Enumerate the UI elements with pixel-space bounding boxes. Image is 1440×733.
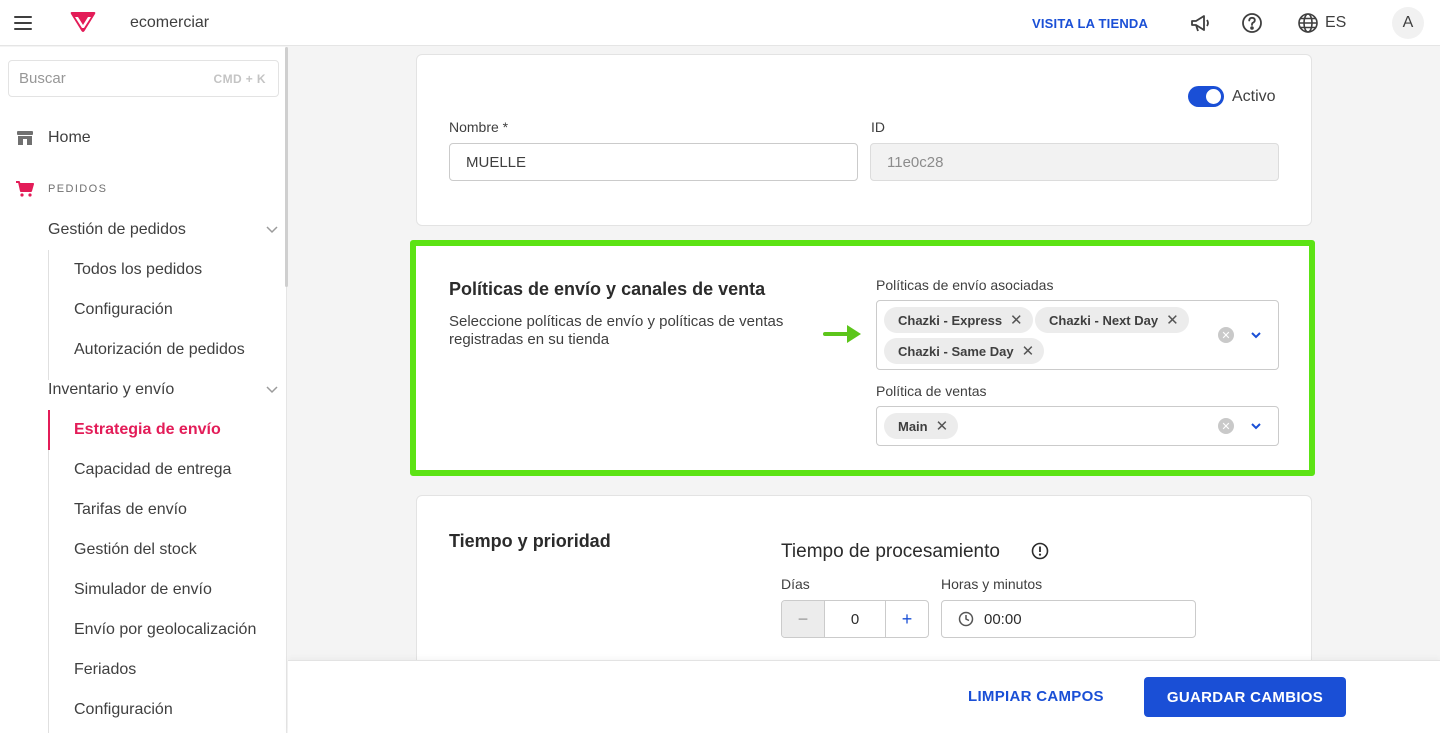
sidebar: Buscar CMD + K Home PEDIDOS Gestión de p… (0, 47, 287, 733)
sidebar-item-orders-config[interactable]: Configuración (74, 301, 173, 319)
policies-description: Seleccione políticas de envío y política… (449, 313, 784, 348)
sidebar-item-geolocation-shipping[interactable]: Envío por geolocalización (74, 621, 256, 639)
active-toggle[interactable] (1188, 86, 1224, 107)
active-toggle-label: Activo (1232, 88, 1276, 105)
chevron-down-icon (266, 386, 278, 394)
general-card (416, 54, 1312, 226)
sidebar-tree-line (48, 250, 49, 380)
sidebar-scrollbar[interactable] (285, 47, 288, 287)
remove-tag-icon[interactable]: ✕ (936, 419, 949, 434)
arrow-right-icon (823, 325, 861, 343)
tag-label: Chazki - Express (898, 312, 1003, 328)
sidebar-item-shipping-rates[interactable]: Tarifas de envío (74, 501, 187, 519)
language-label: ES (1325, 14, 1347, 31)
id-label: ID (871, 119, 885, 135)
days-value[interactable]: 0 (825, 601, 885, 637)
increment-button[interactable]: + (885, 601, 928, 637)
avatar[interactable]: A (1392, 7, 1424, 39)
days-stepper: − 0 + (781, 600, 929, 638)
clock-icon (958, 611, 974, 627)
sidebar-item-stock-management[interactable]: Gestión del stock (74, 541, 197, 559)
top-bar: ecomerciar VISITA LA TIENDA ES A (0, 0, 1440, 46)
sidebar-group-inventory[interactable]: Inventario y envío (48, 381, 278, 399)
chevron-down-icon (266, 226, 278, 234)
policies-title: Políticas de envío y canales de venta (449, 279, 766, 299)
info-icon[interactable] (1031, 542, 1049, 560)
sidebar-section-label: PEDIDOS (48, 183, 108, 195)
sidebar-item-order-authorization[interactable]: Autorización de pedidos (74, 341, 245, 359)
visit-store-link[interactable]: VISITA LA TIENDA (1032, 16, 1148, 31)
sidebar-item-inventory-config[interactable]: Configuración (74, 701, 173, 719)
sidebar-item-home[interactable]: Home (16, 129, 91, 147)
search-shortcut: CMD + K (213, 71, 266, 86)
timing-title: Tiempo y prioridad (449, 531, 611, 551)
clear-selection-icon[interactable]: ✕ (1218, 327, 1234, 343)
menu-icon[interactable] (14, 13, 34, 33)
vtex-logo-icon[interactable] (70, 11, 96, 33)
sidebar-group-orders[interactable]: Gestión de pedidos (48, 221, 278, 239)
help-icon[interactable] (1241, 12, 1263, 34)
sidebar-item-shipping-simulator[interactable]: Simulador de envío (74, 581, 212, 599)
megaphone-icon[interactable] (1189, 12, 1211, 34)
sidebar-item-holidays[interactable]: Feriados (74, 661, 136, 679)
remove-tag-icon[interactable]: ✕ (1010, 313, 1023, 328)
clear-selection-icon[interactable]: ✕ (1218, 418, 1234, 434)
chevron-down-icon[interactable] (1249, 328, 1263, 342)
chevron-down-icon[interactable] (1249, 419, 1263, 433)
shipping-policy-tag: Chazki - Express ✕ (884, 307, 1033, 333)
processing-time-title: Tiempo de procesamiento (781, 541, 1000, 562)
tag-label: Chazki - Same Day (898, 343, 1014, 359)
sidebar-item-shipping-strategy[interactable]: Estrategia de envío (74, 421, 221, 439)
language-selector[interactable]: ES (1297, 12, 1346, 34)
shipping-policy-tag: Chazki - Same Day ✕ (884, 338, 1045, 364)
sales-policy-tag: Main ✕ (884, 413, 959, 439)
id-field: 11e0c28 (870, 143, 1279, 181)
sidebar-item-all-orders[interactable]: Todos los pedidos (74, 261, 202, 279)
sales-policy-label: Política de ventas (876, 383, 987, 399)
hours-label: Horas y minutos (941, 576, 1043, 592)
shipping-policy-tag: Chazki - Next Day ✕ (1035, 307, 1189, 333)
sidebar-tree-line (48, 410, 49, 733)
sidebar-group-label: Inventario y envío (48, 381, 175, 398)
sidebar-item-label: Home (48, 129, 91, 146)
search-input[interactable]: Buscar CMD + K (8, 60, 279, 97)
tag-label: Chazki - Next Day (1049, 312, 1159, 328)
cart-icon (16, 181, 34, 197)
store-name: ecomerciar (130, 14, 210, 31)
hours-minutes-field[interactable]: 00:00 (941, 600, 1196, 638)
store-icon (17, 131, 33, 145)
decrement-button[interactable]: − (782, 601, 825, 637)
sidebar-item-delivery-capacity[interactable]: Capacidad de entrega (74, 461, 231, 479)
tag-label: Main (898, 418, 928, 434)
name-field[interactable]: MUELLE (449, 143, 858, 181)
days-label: Días (781, 576, 810, 592)
remove-tag-icon[interactable]: ✕ (1022, 344, 1035, 359)
clear-fields-button[interactable]: LIMPIAR CAMPOS (968, 688, 1104, 705)
globe-icon (1298, 13, 1318, 33)
remove-tag-icon[interactable]: ✕ (1166, 313, 1179, 328)
hours-value: 00:00 (984, 610, 1022, 628)
search-placeholder: Buscar (19, 70, 66, 87)
sidebar-active-indicator (48, 410, 50, 450)
name-label: Nombre * (449, 119, 509, 135)
shipping-policies-label: Políticas de envío asociadas (876, 277, 1054, 293)
sidebar-section-orders: PEDIDOS (16, 181, 107, 197)
save-changes-button[interactable]: GUARDAR CAMBIOS (1144, 677, 1346, 717)
sidebar-group-label: Gestión de pedidos (48, 221, 186, 238)
